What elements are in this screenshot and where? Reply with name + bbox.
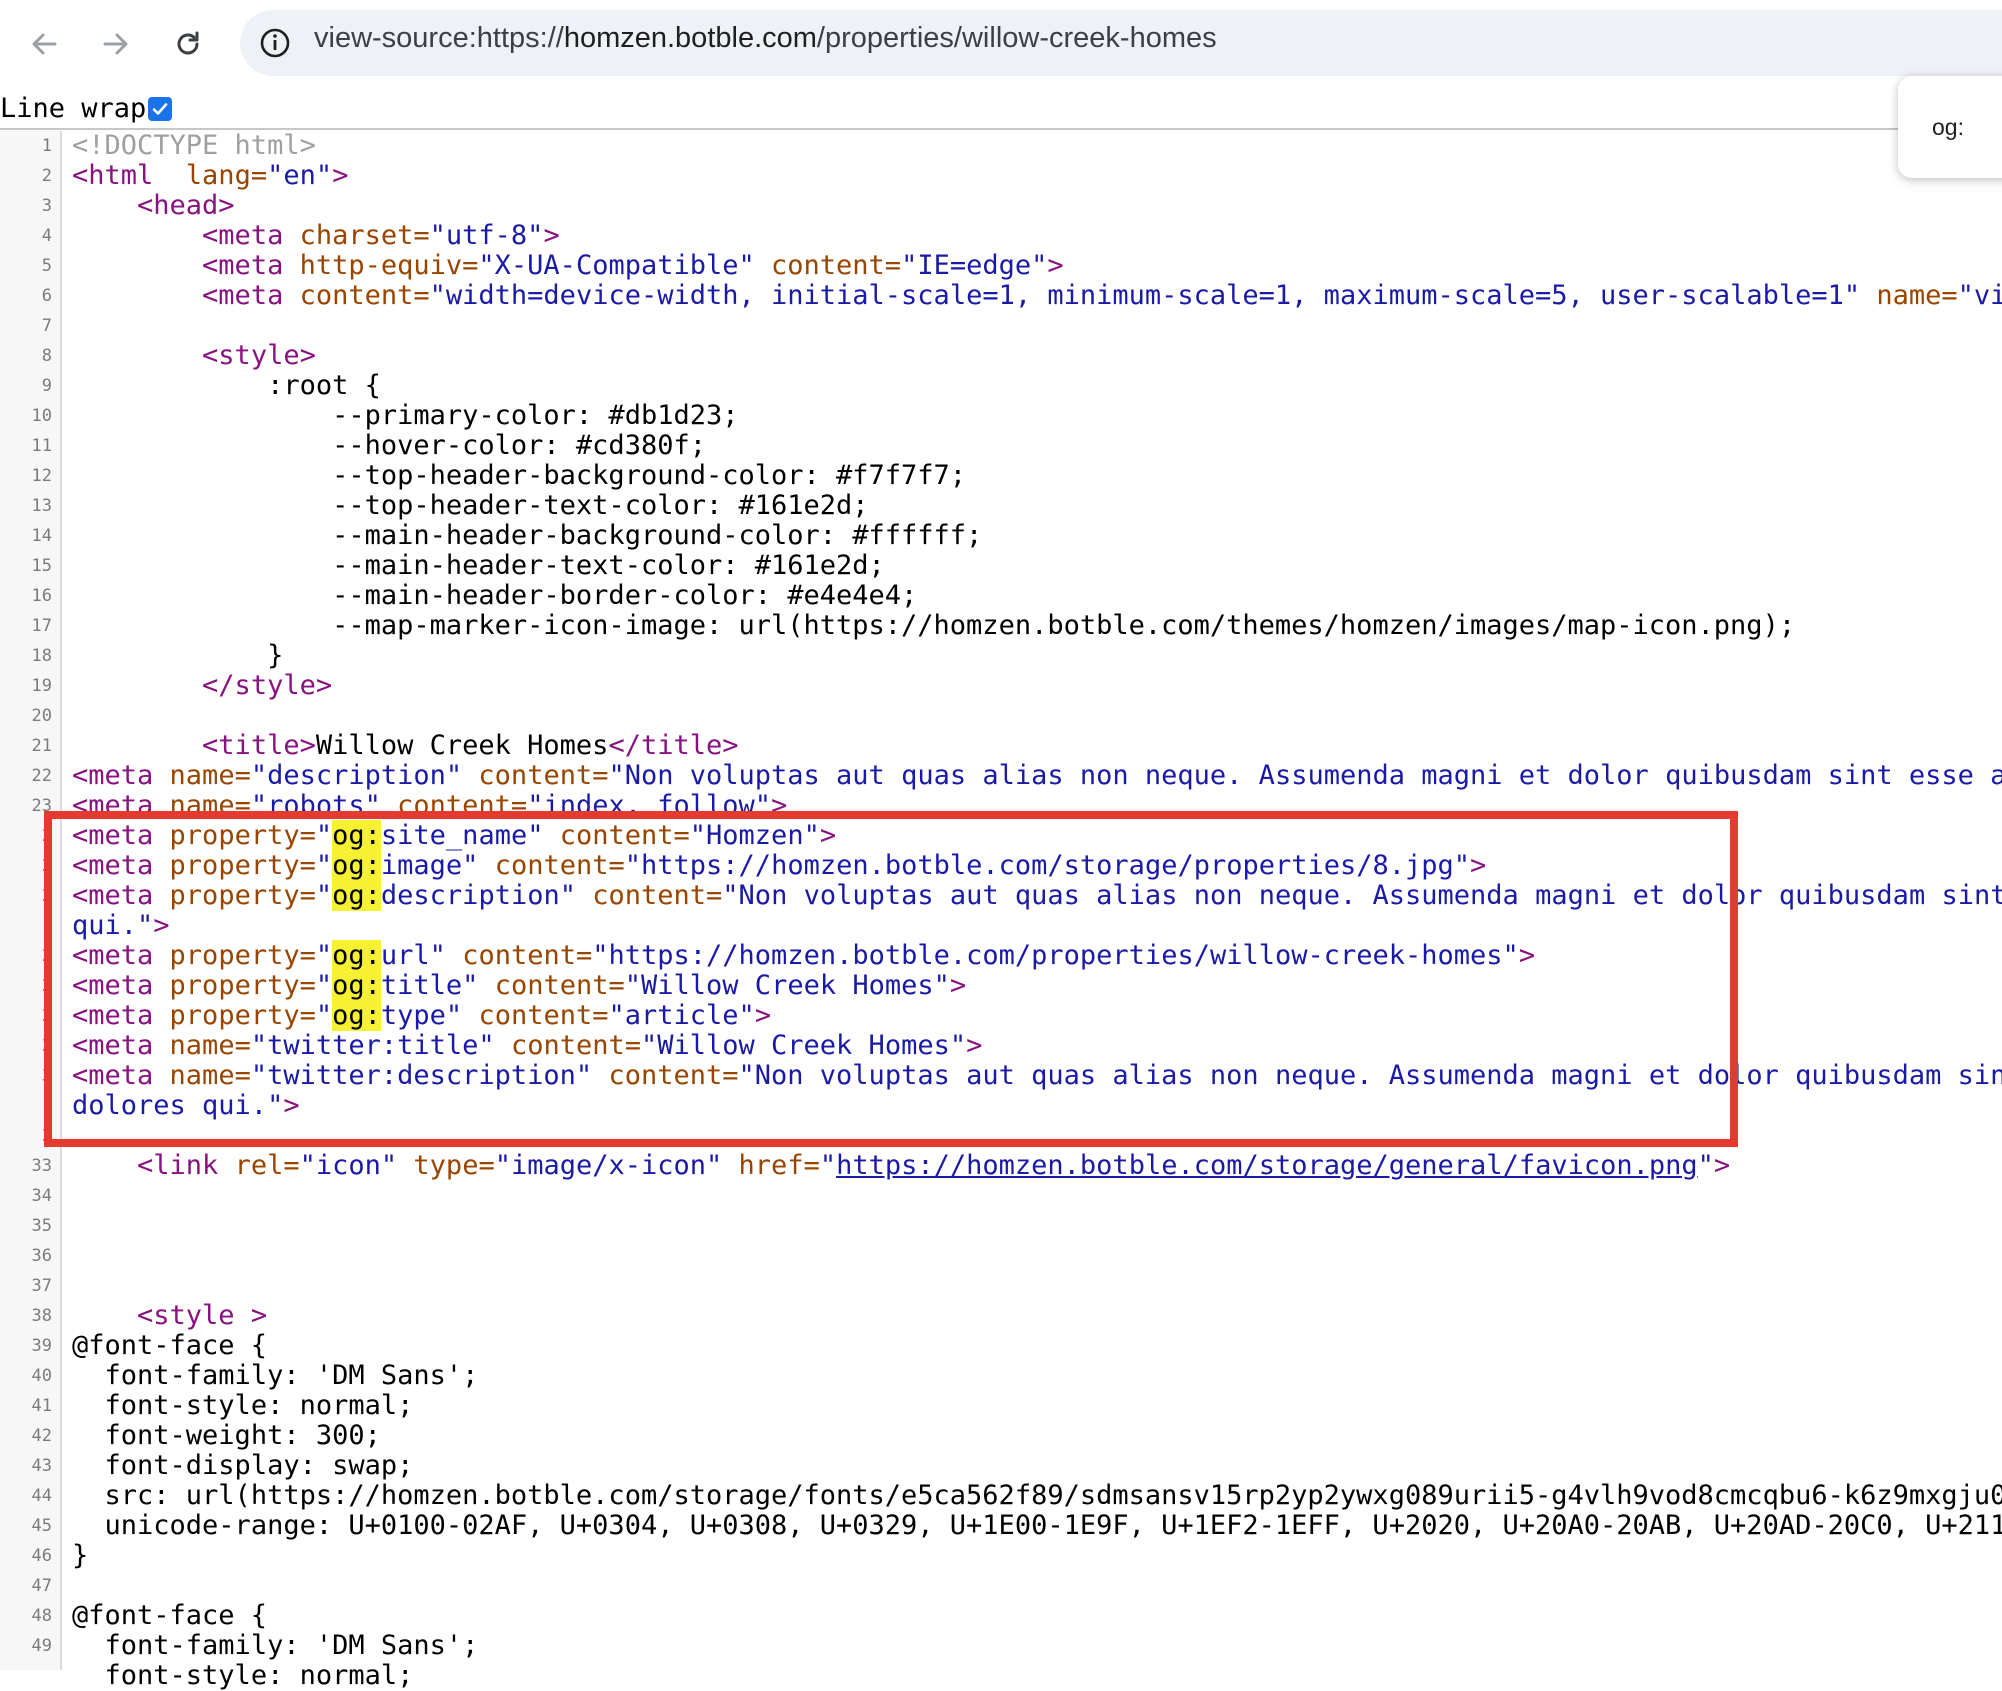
code-line: --main-header-background-color: #ffffff; (332, 520, 983, 551)
line-number: 44 (31, 1486, 52, 1506)
code-line: <meta http-equiv="X-UA-Compatible" conte… (202, 250, 1064, 281)
code-line: font-style: normal; (104, 1390, 414, 1421)
info-icon[interactable] (258, 26, 292, 60)
line-number: 14 (31, 526, 52, 546)
line-number: 9 (41, 376, 52, 396)
line-number: 42 (31, 1426, 52, 1446)
line-number: 45 (31, 1516, 52, 1536)
code-line: --main-header-text-color: #161e2d; (332, 550, 885, 581)
line-number: 10 (31, 406, 52, 426)
code-line: --top-header-background-color: #f7f7f7; (332, 460, 967, 491)
arrow-right-icon (103, 33, 128, 55)
code-line: font-family: 'DM Sans'; (104, 1360, 479, 1391)
line-number: 39 (31, 1336, 52, 1356)
code-line: src: url(https://homzen.botble.com/stora… (104, 1480, 2002, 1511)
code-line: :root { (267, 370, 381, 401)
line-number: 41 (31, 1396, 52, 1416)
code-line: font-family: 'DM Sans'; (104, 1630, 479, 1661)
code-line: <link rel="icon" type="image/x-icon" hre… (137, 1150, 1731, 1181)
line-number: 48 (31, 1606, 52, 1626)
code-line: --top-header-text-color: #161e2d; (332, 490, 869, 521)
line-number: 7 (41, 316, 52, 336)
code-line: <meta charset="utf-8"> (202, 220, 560, 251)
code-line: --primary-color: #db1d23; (332, 400, 739, 431)
forward-button[interactable] (94, 22, 138, 66)
browser-toolbar: view-source:https://homzen.botble.com/pr… (0, 0, 2002, 88)
code-line: @font-face { (72, 1600, 268, 1631)
line-number: 33 (31, 1156, 52, 1176)
line-number: 18 (31, 646, 52, 666)
line-number: 17 (31, 616, 52, 636)
line-number: 34 (31, 1186, 52, 1206)
code-line: <style> (202, 340, 316, 371)
code-line: <meta name="description" content="Non vo… (72, 760, 2002, 791)
line-number: 21 (31, 736, 52, 756)
url-host: homzen.botble.com (563, 22, 817, 54)
code-line: <meta content="width=device-width, initi… (202, 280, 2002, 311)
code-line: @font-face { (72, 1330, 268, 1361)
url-scheme: view-source:https:// (314, 22, 564, 54)
line-number: 37 (31, 1276, 52, 1296)
annotation-highlight-box (44, 811, 1738, 1147)
code-line: font-display: swap; (104, 1450, 414, 1481)
line-number: 43 (31, 1456, 52, 1476)
line-number: 16 (31, 586, 52, 606)
line-number: 6 (41, 286, 52, 306)
code-line: </style> (202, 670, 333, 701)
code-line: <style > (137, 1300, 268, 1331)
code-line: --hover-color: #cd380f; (332, 430, 706, 461)
favicon-link[interactable]: https://homzen.botble.com/storage/genera… (836, 1150, 1698, 1181)
line-wrap-label: Line wrap (0, 93, 147, 124)
line-wrap-checkbox[interactable] (148, 97, 172, 121)
line-number: 38 (31, 1306, 52, 1326)
code-line: --map-marker-icon-image: url(https://hom… (332, 610, 1796, 641)
line-number: 19 (31, 676, 52, 696)
line-number: 49 (31, 1636, 52, 1656)
line-number: 5 (41, 256, 52, 276)
code-line: } (267, 640, 284, 671)
line-number: 20 (31, 706, 52, 726)
code-line: font-weight: 300; (104, 1420, 381, 1451)
line-number: 2 (41, 166, 52, 186)
code-line: --main-header-border-color: #e4e4e4; (332, 580, 918, 611)
line-number: 35 (31, 1216, 52, 1236)
back-button[interactable] (22, 22, 66, 66)
reload-icon (177, 31, 199, 55)
line-number: 36 (31, 1246, 52, 1266)
line-number: 40 (31, 1366, 52, 1386)
line-number: 15 (31, 556, 52, 576)
code-line: } (72, 1540, 89, 1571)
line-number: 46 (31, 1546, 52, 1566)
line-number: 8 (41, 346, 52, 366)
code-line: font-style: normal; (104, 1660, 414, 1691)
line-number: 3 (41, 196, 52, 216)
line-number: 22 (31, 766, 52, 786)
line-number: 11 (31, 436, 52, 456)
code-line: <title>Willow Creek Homes</title> (202, 730, 739, 761)
reload-button[interactable] (166, 22, 210, 66)
code-line: <html lang="en"> (72, 160, 349, 191)
line-wrap-bar (0, 88, 2002, 130)
arrow-left-icon (32, 33, 57, 55)
line-number: 13 (31, 496, 52, 516)
checkmark-icon (152, 103, 168, 115)
line-number: 4 (41, 226, 52, 246)
code-line: unicode-range: U+0100-02AF, U+0304, U+03… (104, 1510, 2002, 1541)
line-number: 12 (31, 466, 52, 486)
url-path: /properties/willow-creek-homes (816, 22, 1217, 54)
line-number: 1 (41, 136, 52, 156)
code-line: <head> (137, 190, 235, 221)
line-number: 47 (31, 1576, 52, 1596)
url-text[interactable]: view-source:https://homzen.botble.com/pr… (314, 22, 1217, 55)
code-line: <!DOCTYPE html> (72, 130, 316, 161)
